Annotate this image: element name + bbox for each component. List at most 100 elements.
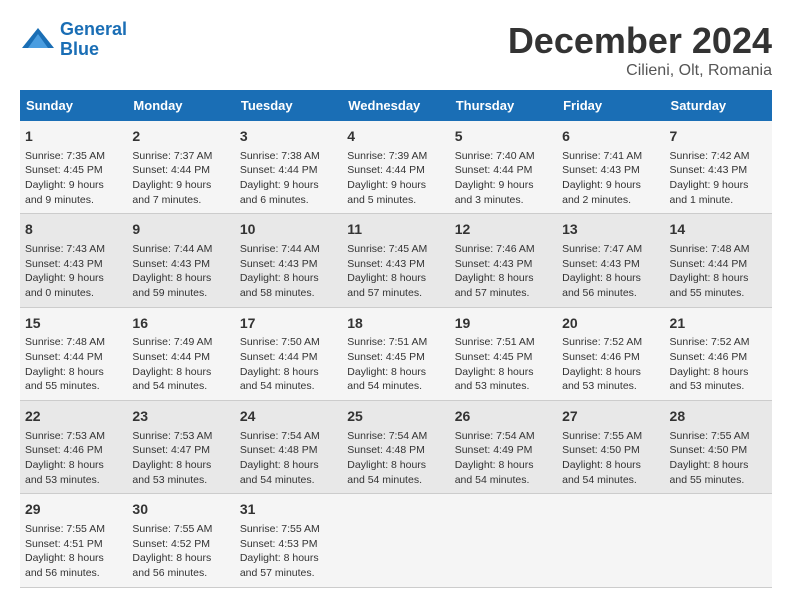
calendar-week-row: 8 Sunrise: 7:43 AM Sunset: 4:43 PM Dayli…	[20, 214, 772, 307]
calendar-cell: 26 Sunrise: 7:54 AM Sunset: 4:49 PM Dayl…	[450, 401, 557, 494]
sunset-label: Sunset: 4:43 PM	[240, 258, 318, 270]
sunset-label: Sunset: 4:48 PM	[347, 444, 425, 456]
day-number: 1	[25, 127, 122, 147]
logo-icon	[20, 26, 56, 54]
sunset-label: Sunset: 4:46 PM	[670, 351, 748, 363]
calendar-cell: 24 Sunrise: 7:54 AM Sunset: 4:48 PM Dayl…	[235, 401, 342, 494]
calendar-cell: 17 Sunrise: 7:50 AM Sunset: 4:44 PM Dayl…	[235, 307, 342, 400]
sunset-label: Sunset: 4:45 PM	[347, 351, 425, 363]
col-saturday: Saturday	[665, 90, 772, 121]
sunrise-label: Sunrise: 7:44 AM	[240, 243, 320, 255]
calendar-table: Sunday Monday Tuesday Wednesday Thursday…	[20, 90, 772, 588]
day-number: 20	[562, 314, 659, 334]
sunrise-label: Sunrise: 7:55 AM	[670, 430, 750, 442]
sunset-label: Sunset: 4:50 PM	[562, 444, 640, 456]
sunrise-label: Sunrise: 7:55 AM	[132, 523, 212, 535]
calendar-week-row: 15 Sunrise: 7:48 AM Sunset: 4:44 PM Dayl…	[20, 307, 772, 400]
sunrise-label: Sunrise: 7:51 AM	[347, 336, 427, 348]
calendar-cell: 20 Sunrise: 7:52 AM Sunset: 4:46 PM Dayl…	[557, 307, 664, 400]
sunrise-label: Sunrise: 7:38 AM	[240, 150, 320, 162]
daylight-label: Daylight: 9 hours and 9 minutes.	[25, 179, 104, 206]
calendar-week-row: 1 Sunrise: 7:35 AM Sunset: 4:45 PM Dayli…	[20, 121, 772, 214]
daylight-label: Daylight: 8 hours and 57 minutes.	[347, 272, 426, 299]
calendar-cell: 8 Sunrise: 7:43 AM Sunset: 4:43 PM Dayli…	[20, 214, 127, 307]
location-title: Cilieni, Olt, Romania	[508, 62, 772, 80]
daylight-label: Daylight: 9 hours and 0 minutes.	[25, 272, 104, 299]
sunset-label: Sunset: 4:46 PM	[25, 444, 103, 456]
day-number: 19	[455, 314, 552, 334]
daylight-label: Daylight: 8 hours and 54 minutes.	[240, 366, 319, 393]
sunrise-label: Sunrise: 7:44 AM	[132, 243, 212, 255]
daylight-label: Daylight: 8 hours and 57 minutes.	[455, 272, 534, 299]
calendar-cell: 14 Sunrise: 7:48 AM Sunset: 4:44 PM Dayl…	[665, 214, 772, 307]
calendar-cell: 13 Sunrise: 7:47 AM Sunset: 4:43 PM Dayl…	[557, 214, 664, 307]
daylight-label: Daylight: 8 hours and 54 minutes.	[347, 459, 426, 486]
day-number: 29	[25, 500, 122, 520]
sunrise-label: Sunrise: 7:39 AM	[347, 150, 427, 162]
day-number: 4	[347, 127, 444, 147]
sunset-label: Sunset: 4:49 PM	[455, 444, 533, 456]
calendar-cell: 6 Sunrise: 7:41 AM Sunset: 4:43 PM Dayli…	[557, 121, 664, 214]
day-number: 21	[670, 314, 767, 334]
month-title: December 2024	[508, 20, 772, 62]
daylight-label: Daylight: 8 hours and 58 minutes.	[240, 272, 319, 299]
sunrise-label: Sunrise: 7:53 AM	[25, 430, 105, 442]
daylight-label: Daylight: 8 hours and 53 minutes.	[25, 459, 104, 486]
sunrise-label: Sunrise: 7:41 AM	[562, 150, 642, 162]
sunset-label: Sunset: 4:44 PM	[347, 164, 425, 176]
sunset-label: Sunset: 4:43 PM	[562, 258, 640, 270]
day-number: 13	[562, 220, 659, 240]
day-number: 3	[240, 127, 337, 147]
sunset-label: Sunset: 4:50 PM	[670, 444, 748, 456]
day-number: 7	[670, 127, 767, 147]
logo: General Blue	[20, 20, 127, 60]
calendar-cell: 3 Sunrise: 7:38 AM Sunset: 4:44 PM Dayli…	[235, 121, 342, 214]
sunset-label: Sunset: 4:46 PM	[562, 351, 640, 363]
day-number: 2	[132, 127, 229, 147]
sunset-label: Sunset: 4:52 PM	[132, 538, 210, 550]
sunrise-label: Sunrise: 7:53 AM	[132, 430, 212, 442]
calendar-cell: 15 Sunrise: 7:48 AM Sunset: 4:44 PM Dayl…	[20, 307, 127, 400]
day-number: 12	[455, 220, 552, 240]
sunrise-label: Sunrise: 7:37 AM	[132, 150, 212, 162]
calendar-cell	[342, 494, 449, 587]
calendar-cell: 2 Sunrise: 7:37 AM Sunset: 4:44 PM Dayli…	[127, 121, 234, 214]
day-number: 14	[670, 220, 767, 240]
daylight-label: Daylight: 8 hours and 54 minutes.	[455, 459, 534, 486]
logo-text: General Blue	[60, 20, 127, 60]
sunset-label: Sunset: 4:44 PM	[670, 258, 748, 270]
calendar-cell: 18 Sunrise: 7:51 AM Sunset: 4:45 PM Dayl…	[342, 307, 449, 400]
daylight-label: Daylight: 9 hours and 1 minute.	[670, 179, 749, 206]
sunset-label: Sunset: 4:44 PM	[132, 351, 210, 363]
daylight-label: Daylight: 8 hours and 56 minutes.	[562, 272, 641, 299]
calendar-cell: 30 Sunrise: 7:55 AM Sunset: 4:52 PM Dayl…	[127, 494, 234, 587]
sunset-label: Sunset: 4:44 PM	[132, 164, 210, 176]
calendar-cell: 7 Sunrise: 7:42 AM Sunset: 4:43 PM Dayli…	[665, 121, 772, 214]
calendar-cell: 19 Sunrise: 7:51 AM Sunset: 4:45 PM Dayl…	[450, 307, 557, 400]
daylight-label: Daylight: 8 hours and 54 minutes.	[240, 459, 319, 486]
calendar-cell: 22 Sunrise: 7:53 AM Sunset: 4:46 PM Dayl…	[20, 401, 127, 494]
daylight-label: Daylight: 8 hours and 55 minutes.	[670, 272, 749, 299]
sunrise-label: Sunrise: 7:35 AM	[25, 150, 105, 162]
sunrise-label: Sunrise: 7:54 AM	[240, 430, 320, 442]
sunrise-label: Sunrise: 7:54 AM	[455, 430, 535, 442]
col-thursday: Thursday	[450, 90, 557, 121]
sunrise-label: Sunrise: 7:45 AM	[347, 243, 427, 255]
daylight-label: Daylight: 8 hours and 53 minutes.	[132, 459, 211, 486]
calendar-cell: 25 Sunrise: 7:54 AM Sunset: 4:48 PM Dayl…	[342, 401, 449, 494]
day-number: 31	[240, 500, 337, 520]
col-friday: Friday	[557, 90, 664, 121]
calendar-cell: 28 Sunrise: 7:55 AM Sunset: 4:50 PM Dayl…	[665, 401, 772, 494]
sunrise-label: Sunrise: 7:40 AM	[455, 150, 535, 162]
day-number: 11	[347, 220, 444, 240]
day-number: 27	[562, 407, 659, 427]
calendar-cell	[557, 494, 664, 587]
calendar-cell: 10 Sunrise: 7:44 AM Sunset: 4:43 PM Dayl…	[235, 214, 342, 307]
day-number: 15	[25, 314, 122, 334]
calendar-week-row: 29 Sunrise: 7:55 AM Sunset: 4:51 PM Dayl…	[20, 494, 772, 587]
col-monday: Monday	[127, 90, 234, 121]
header-row: Sunday Monday Tuesday Wednesday Thursday…	[20, 90, 772, 121]
sunrise-label: Sunrise: 7:55 AM	[240, 523, 320, 535]
day-number: 8	[25, 220, 122, 240]
day-number: 18	[347, 314, 444, 334]
